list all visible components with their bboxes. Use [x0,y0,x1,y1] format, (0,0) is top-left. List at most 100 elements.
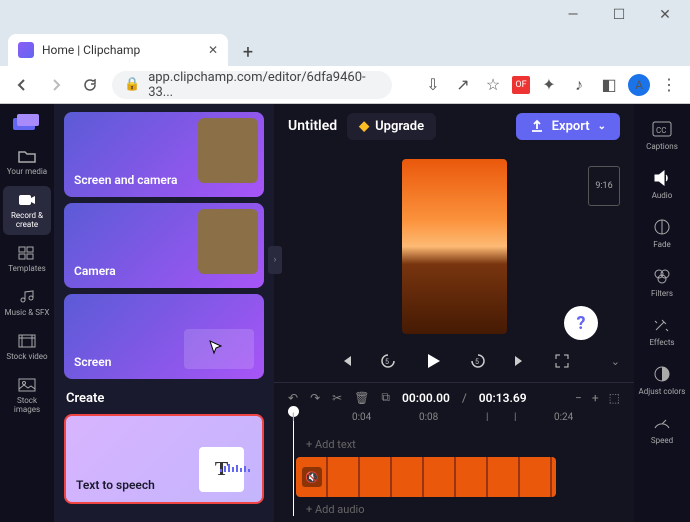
window-titlebar: — ☐ ✕ [0,0,690,30]
ruler-tick: 0:04 [352,412,371,423]
sidebar-item-templates[interactable]: Templates [3,239,51,279]
zoom-out-button[interactable]: − [575,391,582,405]
gem-icon: ◆ [359,119,369,134]
lock-icon: 🔒 [124,77,140,92]
fullscreen-button[interactable] [551,350,573,372]
video-preview[interactable] [402,159,507,334]
add-text-track[interactable]: + Add text [288,434,620,455]
record-create-panel: Screen and camera Camera Screen Create T… [54,104,274,522]
avatar-thumbnail [198,118,258,183]
tile-label: Screen [74,355,111,369]
skip-start-button[interactable] [335,350,357,372]
url-bar[interactable]: 🔒 app.clipchamp.com/editor/6dfa9460-33..… [112,71,392,99]
browser-tab[interactable]: Home | Clipchamp ✕ [8,34,228,66]
undo-button[interactable]: ↶ [288,391,298,405]
timeline-tracks[interactable]: + Add text 🔇 + Add audio [274,432,634,522]
forward-5-button[interactable]: 5 [467,350,489,372]
tile-label: Text to speech [76,478,155,492]
tile-label: Screen and camera [74,173,177,187]
tile-screen-camera[interactable]: Screen and camera [64,112,264,197]
profile-avatar[interactable]: A [628,74,650,96]
sidebar-item-stock-images[interactable]: Stock images [3,371,51,420]
skip-end-button[interactable] [509,350,531,372]
sidebar-label: Your media [7,167,47,176]
rail-label: Effects [649,338,674,347]
editor-main: Untitled ◆Upgrade Export ⌄ › 9:16 ? 5 5 … [274,104,634,522]
mute-clip-button[interactable]: 🔇 [302,467,322,487]
tab-strip: Home | Clipchamp ✕ + [0,30,690,66]
sidebar-label: Music & SFX [5,308,50,317]
extension-of-icon[interactable]: OF [512,76,530,94]
timeline-toolbar: ↶ ↷ ✂ 🗑 ⧉ 00:00.00 / 00:13.69 − + ⬚ [274,382,634,412]
rail-label: Captions [646,142,678,151]
ruler-tick: | [514,412,516,423]
tile-screen[interactable]: Screen [64,294,264,379]
ruler-tick: 0:24 [554,412,573,423]
new-tab-button[interactable]: + [234,38,262,66]
extensions-icon[interactable]: ✦ [538,74,560,96]
app-root: Your media Record & create Templates Mus… [0,104,690,522]
sidebar-item-record-create[interactable]: Record & create [3,186,51,235]
rail-fade[interactable]: Fade [637,212,687,255]
menu-icon[interactable]: ⋮ [658,74,680,96]
tab-title: Home | Clipchamp [42,43,140,57]
address-bar: 🔒 app.clipchamp.com/editor/6dfa9460-33..… [0,66,690,104]
collapse-controls-icon[interactable]: ⌄ [611,355,620,368]
editor-topbar: Untitled ◆Upgrade Export ⌄ [274,104,634,148]
close-tab-icon[interactable]: ✕ [208,43,218,57]
tile-text-to-speech[interactable]: T Text to speech [64,414,264,504]
back-button[interactable] [10,73,34,97]
reload-button[interactable] [78,73,102,97]
sidebar-label: Stock images [3,396,51,414]
share-icon[interactable]: ↗ [452,74,474,96]
add-audio-track[interactable]: + Add audio [288,499,620,520]
install-app-icon[interactable]: ⇩ [422,74,444,96]
panel-icon[interactable]: ◧ [598,74,620,96]
export-button[interactable]: Export ⌄ [516,113,620,140]
rail-speed[interactable]: Speed [637,408,687,451]
section-create-label: Create [64,385,264,414]
sidebar-label: Stock video [6,352,47,361]
play-button[interactable] [419,347,447,375]
ruler-tick: | [292,412,294,423]
rail-audio[interactable]: Audio [637,163,687,206]
expand-panel-button[interactable]: › [268,246,282,274]
zoom-fit-button[interactable]: ⬚ [609,391,620,405]
redo-button[interactable]: ↷ [310,391,320,405]
maximize-button[interactable]: ☐ [606,5,632,25]
split-button[interactable]: ✂ [332,391,342,405]
rewind-5-button[interactable]: 5 [377,350,399,372]
media-icon[interactable]: ♪ [568,74,590,96]
project-title[interactable]: Untitled [288,118,337,134]
time-sep: / [462,391,467,405]
total-time: 00:13.69 [479,391,527,405]
rail-captions[interactable]: CCCaptions [637,114,687,157]
sidebar-item-music-sfx[interactable]: Music & SFX [3,283,51,323]
forward-button[interactable] [44,73,68,97]
delete-button[interactable]: 🗑 [354,391,369,405]
help-button[interactable]: ? [564,306,598,340]
sidebar-item-stock-video[interactable]: Stock video [3,327,51,367]
tile-camera[interactable]: Camera [64,203,264,288]
rail-label: Speed [651,436,673,445]
rail-filters[interactable]: Filters [637,261,687,304]
rail-effects[interactable]: Effects [637,310,687,353]
ruler-tick: | [486,412,488,423]
clipchamp-logo-icon [11,112,43,134]
upload-icon [530,119,544,133]
preview-area: › 9:16 ? [274,148,634,344]
rail-label: Audio [652,191,673,200]
aspect-ratio-button[interactable]: 9:16 [588,166,620,206]
rail-adjust-colors[interactable]: Adjust colors [637,359,687,402]
sidebar-item-your-media[interactable]: Your media [3,142,51,182]
minimize-button[interactable]: — [560,5,586,25]
duplicate-button[interactable]: ⧉ [381,390,390,405]
zoom-in-button[interactable]: + [592,391,599,405]
close-window-button[interactable]: ✕ [652,5,678,25]
bookmark-icon[interactable]: ☆ [482,74,504,96]
upgrade-button[interactable]: ◆Upgrade [347,113,436,140]
sidebar-label: Record & create [3,211,51,229]
video-clip[interactable]: 🔇 [296,457,556,497]
left-rail: Your media Record & create Templates Mus… [0,104,54,522]
timeline-ruler[interactable]: | 0:04 0:08 | | 0:24 [274,412,634,432]
